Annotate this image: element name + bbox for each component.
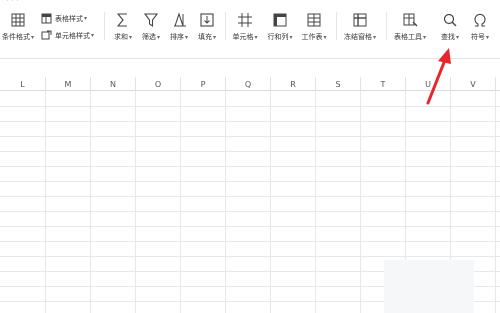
column-header-t[interactable]: T [361, 77, 406, 91]
chevron-down-icon: ▾ [156, 34, 160, 41]
column-header-r[interactable]: R [271, 77, 316, 91]
symbol-button[interactable]: 符号▾ [466, 12, 494, 42]
find-label: 查找 [440, 33, 455, 41]
worksheet-button[interactable]: 工作表▾ [298, 12, 330, 42]
column-gridline [135, 91, 136, 313]
chevron-down-icon: ▾ [212, 34, 216, 41]
column-gridline [90, 91, 91, 313]
row-gridline [0, 166, 500, 167]
table-style-label: 表格样式 [55, 14, 83, 23]
worksheet-label: 工作表 [301, 33, 323, 41]
column-gridline [180, 91, 181, 313]
separator [225, 12, 226, 40]
column-header-o[interactable]: O [136, 77, 181, 91]
freeze-panes-label: 冻结窗格 [343, 33, 372, 41]
table-style-icon [41, 13, 52, 24]
chevron-down-icon: ▾ [455, 34, 459, 41]
column-header-u[interactable]: U [406, 77, 451, 91]
row-col-label: 行和列 [267, 33, 289, 41]
column-gridline [495, 91, 496, 313]
worksheet-icon [307, 13, 321, 27]
conditional-format-label: 条件格式 [1, 33, 30, 41]
column-header-m[interactable]: M [46, 77, 91, 91]
cell-icon [238, 13, 252, 27]
symbol-label: 符号 [470, 33, 485, 41]
row-gridline [0, 181, 500, 182]
table-style-button[interactable]: 表格样式 ▾ [41, 13, 87, 24]
column-gridline [225, 91, 226, 313]
column-header-v[interactable]: V [451, 77, 496, 91]
column-header-s[interactable]: S [316, 77, 361, 91]
column-header-row: LMNOPQRSTUV [0, 77, 500, 91]
chevron-down-icon: ▾ [91, 32, 95, 39]
column-gridline [360, 91, 361, 313]
freeze-panes-icon [353, 13, 367, 27]
column-header-q[interactable]: Q [226, 77, 271, 91]
chevron-down-icon: ▾ [289, 34, 293, 41]
formula-bar-area [0, 59, 500, 77]
row-col-button[interactable]: 行和列▾ [264, 12, 296, 42]
chevron-down-icon: ▾ [323, 34, 327, 41]
column-gridline [45, 91, 46, 313]
filter-label: 筛选 [141, 33, 156, 41]
ribbon-toolbar: · · · 条件格式▾ 表格样式 ▾ 单元格样式 ▾ 求和▾ 筛选▾ 排序▾ 填充▾… [0, 0, 500, 58]
cell-style-button[interactable]: 单元格样式 ▾ [41, 30, 94, 41]
column-gridline [315, 91, 316, 313]
column-header-p[interactable]: P [181, 77, 226, 91]
sigma-icon [116, 13, 127, 27]
chevron-down-icon: ▾ [254, 34, 258, 41]
sort-label: 排序 [169, 33, 184, 41]
table-tools-label: 表格工具 [393, 33, 422, 41]
separator [336, 12, 337, 40]
sort-button[interactable]: 排序▾ [166, 12, 192, 42]
find-button[interactable]: 查找▾ [436, 12, 464, 42]
row-gridline [0, 211, 500, 212]
chevron-down-icon: ▾ [372, 34, 376, 41]
search-icon [443, 13, 457, 27]
row-gridline [0, 106, 500, 107]
column-header-l[interactable]: L [0, 77, 46, 91]
fill-button[interactable]: 填充▾ [194, 12, 220, 42]
row-gridline [0, 196, 500, 197]
row-gridline [0, 151, 500, 152]
row-gridline [0, 226, 500, 227]
omega-icon [474, 13, 486, 27]
cell-button[interactable]: 单元格▾ [229, 12, 261, 42]
table-tools-icon [403, 13, 418, 27]
conditional-format-button[interactable]: 条件格式▾ [0, 12, 36, 42]
row-col-icon [273, 13, 287, 27]
chevron-down-icon: ▾ [485, 34, 489, 41]
separator [104, 12, 105, 40]
ribbon-tab-strip: · · · [6, 0, 19, 5]
cell-style-label: 单元格样式 [55, 31, 90, 40]
sum-button[interactable]: 求和▾ [110, 12, 136, 42]
chevron-down-icon: ▾ [84, 15, 88, 22]
fill-label: 填充 [197, 33, 212, 41]
watermark-patch [384, 260, 474, 313]
cell-label: 单元格 [232, 33, 254, 41]
row-gridline [0, 136, 500, 137]
column-gridline [270, 91, 271, 313]
freeze-panes-button[interactable]: 冻结窗格▾ [340, 12, 380, 42]
row-gridline [0, 256, 500, 257]
sort-icon [174, 12, 186, 27]
chevron-down-icon: ▾ [422, 34, 426, 41]
row-gridline [0, 121, 500, 122]
fill-down-icon [200, 13, 214, 27]
table-tools-button[interactable]: 表格工具▾ [390, 12, 430, 42]
chevron-down-icon: ▾ [30, 34, 34, 41]
cell-style-icon [41, 30, 52, 40]
sum-label: 求和 [113, 33, 128, 41]
separator [386, 12, 387, 40]
filter-icon [143, 13, 159, 28]
chevron-down-icon: ▾ [184, 34, 188, 41]
row-gridline [0, 241, 500, 242]
conditional-format-icon [11, 13, 25, 27]
chevron-down-icon: ▾ [128, 34, 132, 41]
filter-button[interactable]: 筛选▾ [138, 12, 164, 42]
column-header-n[interactable]: N [91, 77, 136, 91]
